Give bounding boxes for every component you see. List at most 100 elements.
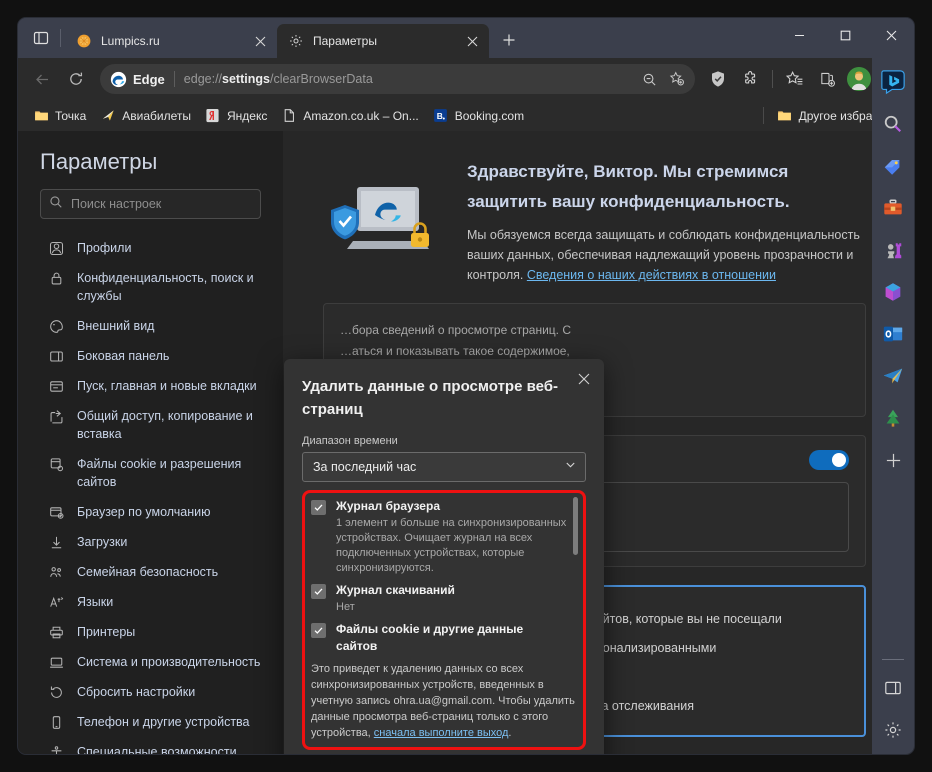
sidebar-item-startup[interactable]: Пуск, главная и новые вкладки (18, 371, 283, 401)
sidebar-item-label: Боковая панель (77, 349, 170, 363)
omnibox-url[interactable]: edge://settings/clearBrowserData (184, 72, 635, 86)
share-icon (48, 408, 65, 425)
close-icon[interactable] (572, 367, 596, 391)
bookmark-yandex[interactable]: Яндекс (198, 104, 274, 128)
checkbox[interactable] (311, 584, 326, 599)
settings-search[interactable] (40, 189, 261, 219)
shopping-tag-icon[interactable] (877, 150, 909, 182)
checkbox[interactable] (311, 500, 326, 515)
bookmark-amazon[interactable]: Amazon.co.uk – On... (274, 104, 425, 128)
telegram-icon[interactable] (877, 360, 909, 392)
sync-warning-text: Это приведет к удалению данных со всех с… (307, 655, 581, 745)
dialog-title: Удалить данные о просмотре веб-страниц (302, 378, 559, 418)
zoom-out-icon[interactable] (635, 66, 663, 92)
outlook-icon[interactable] (877, 318, 909, 350)
options-scrollbar-thumb[interactable] (573, 497, 578, 555)
sidebar-item-accessibility[interactable]: Специальные возможности (18, 737, 283, 754)
options-scrollbar[interactable] (573, 497, 578, 653)
sidebar-item-privacy[interactable]: Конфиденциальность, поиск и службы (18, 263, 283, 311)
sidebar-item-label: Конфиденциальность, поиск и службы (77, 271, 254, 303)
bookmark-tochka[interactable]: Точка (26, 104, 93, 128)
option-texts: Журнал скачиваний Нет (336, 582, 567, 615)
folder-icon (777, 108, 793, 124)
close-icon[interactable] (249, 30, 271, 52)
search-input[interactable] (71, 197, 252, 211)
search-icon[interactable] (877, 108, 909, 140)
sidebar-item-family[interactable]: Семейная безопасность (18, 557, 283, 587)
maximize-button[interactable] (822, 18, 868, 52)
back-button[interactable] (26, 63, 58, 95)
tab-title: Параметры (313, 34, 377, 48)
sidebar-item-label: Загрузки (77, 535, 128, 549)
tab-settings[interactable]: Параметры (277, 24, 489, 58)
sidebar-item-profiles[interactable]: Профили (18, 233, 283, 263)
refresh-button[interactable] (60, 63, 92, 95)
tracking-body-line1: …бора сведений о просмотре страниц. С (340, 323, 571, 337)
svg-text:B: B (437, 111, 443, 121)
option-desc: Нет (336, 601, 355, 613)
new-tab-button[interactable] (494, 25, 524, 55)
cookie-icon (48, 456, 65, 473)
close-icon[interactable] (461, 30, 483, 52)
bookmark-booking[interactable]: B Booking.com (426, 104, 531, 128)
phone-icon (48, 714, 65, 731)
tree-icon[interactable] (877, 402, 909, 434)
option-cookies[interactable]: Файлы cookie и другие данные сайтов От 1… (307, 618, 581, 655)
extensions-puzzle-icon[interactable] (735, 64, 765, 94)
profile-icon (48, 240, 65, 257)
avatar[interactable] (847, 67, 871, 91)
tracking-prevention-toggle[interactable] (809, 450, 849, 470)
sidebar-item-label: Внешний вид (77, 319, 155, 333)
download-icon (48, 534, 65, 551)
add-favorite-icon[interactable] (663, 66, 691, 92)
yandex-icon (205, 108, 221, 124)
sidebar-panel-icon[interactable] (877, 672, 909, 704)
sidebar-item-share[interactable]: Общий доступ, копирование и вставка (18, 401, 283, 449)
minimize-button[interactable] (776, 18, 822, 52)
tab-title: Lumpics.ru (101, 34, 160, 48)
plane-icon (100, 108, 116, 124)
hero-text: Здравствуйте, Виктор. Мы стремимся защит… (467, 153, 866, 285)
window-controls (776, 18, 914, 52)
sidebar-item-system[interactable]: Система и производительность (18, 647, 283, 677)
address-bar[interactable]: Edge edge://settings/clearBrowserData (100, 64, 695, 94)
lock-icon (48, 270, 65, 287)
page-icon (281, 108, 297, 124)
sign-out-link[interactable]: сначала выполните выход (374, 727, 509, 739)
bing-copilot-icon[interactable] (877, 66, 909, 98)
screenshot-root: Lumpics.ru Параметры Edge edge://setting… (0, 0, 932, 772)
checkbox[interactable] (311, 623, 326, 638)
office-icon[interactable] (877, 276, 909, 308)
time-range-select[interactable]: За последний час (302, 452, 586, 482)
sidebar-item-phone[interactable]: Телефон и другие устройства (18, 707, 283, 737)
add-app-icon[interactable] (877, 444, 909, 476)
tools-toolbox-icon[interactable] (877, 192, 909, 224)
default-browser-icon (48, 504, 65, 521)
tab-strip: Lumpics.ru Параметры (18, 18, 914, 58)
bookmark-aviabilety[interactable]: Авиабилеты (93, 104, 198, 128)
search-icon (49, 195, 63, 214)
games-icon[interactable] (877, 234, 909, 266)
data-types-list[interactable]: Журнал браузера 1 элемент и больше на си… (307, 495, 581, 655)
tab-lumpics[interactable]: Lumpics.ru (65, 24, 277, 58)
sidebar-settings-gear-icon[interactable] (877, 714, 909, 746)
sidebar-item-printers[interactable]: Принтеры (18, 617, 283, 647)
tracking-prevention-shield-icon[interactable] (703, 64, 733, 94)
sidebar-item-reset[interactable]: Сбросить настройки (18, 677, 283, 707)
sidebar-item-appearance[interactable]: Внешний вид (18, 311, 283, 341)
tab-actions-icon[interactable] (24, 21, 58, 55)
page-title: Параметры (40, 149, 158, 174)
sidebar-item-downloads[interactable]: Загрузки (18, 527, 283, 557)
sidebar-item-sidebar[interactable]: Боковая панель (18, 341, 283, 371)
warning-email: ohra.ua@gmail.com (393, 695, 493, 707)
option-download-history[interactable]: Журнал скачиваний Нет (307, 579, 581, 618)
sidebar-item-cookies[interactable]: Файлы cookie и разрешения сайтов (18, 449, 283, 497)
close-window-button[interactable] (868, 18, 914, 52)
option-browsing-history[interactable]: Журнал браузера 1 элемент и больше на си… (307, 495, 581, 579)
data-types-highlight: Журнал браузера 1 элемент и больше на си… (302, 490, 586, 750)
collections-icon[interactable] (812, 64, 842, 94)
hero-link[interactable]: Сведения о наших действиях в отношении (527, 268, 776, 282)
sidebar-item-languages[interactable]: Языки (18, 587, 283, 617)
sidebar-item-default-browser[interactable]: Браузер по умолчанию (18, 497, 283, 527)
favorites-list-icon[interactable] (780, 64, 810, 94)
